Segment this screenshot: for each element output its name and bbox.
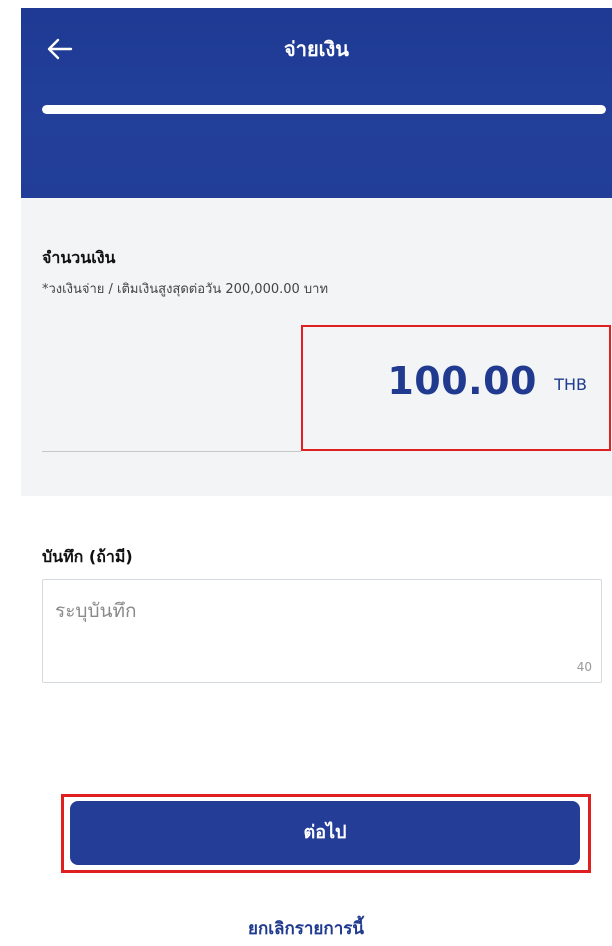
note-input[interactable]: ระบุบันทึก 40 bbox=[42, 579, 602, 683]
amount-value: 100.00 bbox=[387, 359, 537, 403]
progress-bar-fill bbox=[42, 105, 606, 114]
note-placeholder: ระบุบันทึก bbox=[55, 600, 137, 622]
note-char-counter: 40 bbox=[576, 660, 592, 674]
amount-underline bbox=[42, 451, 301, 452]
progress-bar bbox=[42, 105, 606, 114]
page-title: จ่ายเงิน bbox=[284, 37, 349, 61]
amount-input[interactable]: 100.00 THB bbox=[301, 325, 611, 451]
next-button-highlight: ต่อไป bbox=[61, 794, 591, 873]
header-bar: จ่ายเงิน bbox=[21, 8, 612, 198]
amount-currency: THB bbox=[554, 375, 587, 394]
next-button[interactable]: ต่อไป bbox=[70, 801, 580, 865]
cancel-transaction-link[interactable]: ยกเลิกรายการนี้ bbox=[0, 915, 612, 942]
payment-screen: จ่ายเงิน จำนวนเงิน *วงเงินจ่าย / เติมเงิ… bbox=[0, 0, 612, 946]
amount-section: จำนวนเงิน *วงเงินจ่าย / เติมเงินสูงสุดต่… bbox=[21, 198, 612, 496]
amount-limit-hint: *วงเงินจ่าย / เติมเงินสูงสุดต่อวัน 200,0… bbox=[42, 282, 329, 297]
note-label: บันทึก (ถ้ามี) bbox=[42, 547, 133, 566]
amount-label: จำนวนเงิน bbox=[42, 248, 116, 267]
